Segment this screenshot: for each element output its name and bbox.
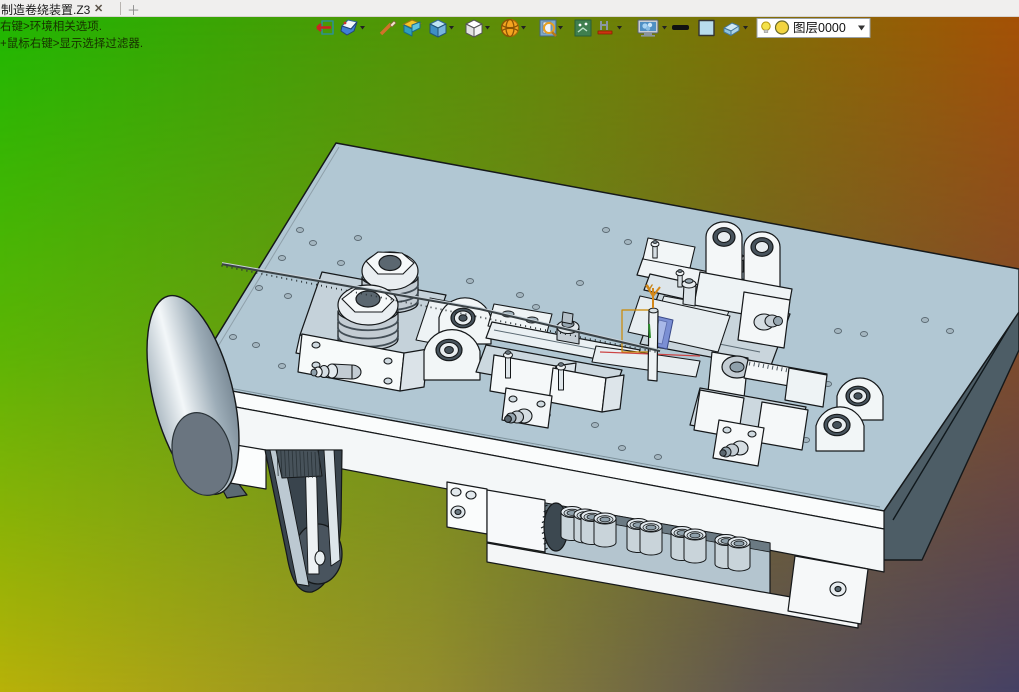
svg-text:图层0000: 图层0000 [793, 21, 846, 35]
svg-text:Y: Y [646, 283, 654, 295]
